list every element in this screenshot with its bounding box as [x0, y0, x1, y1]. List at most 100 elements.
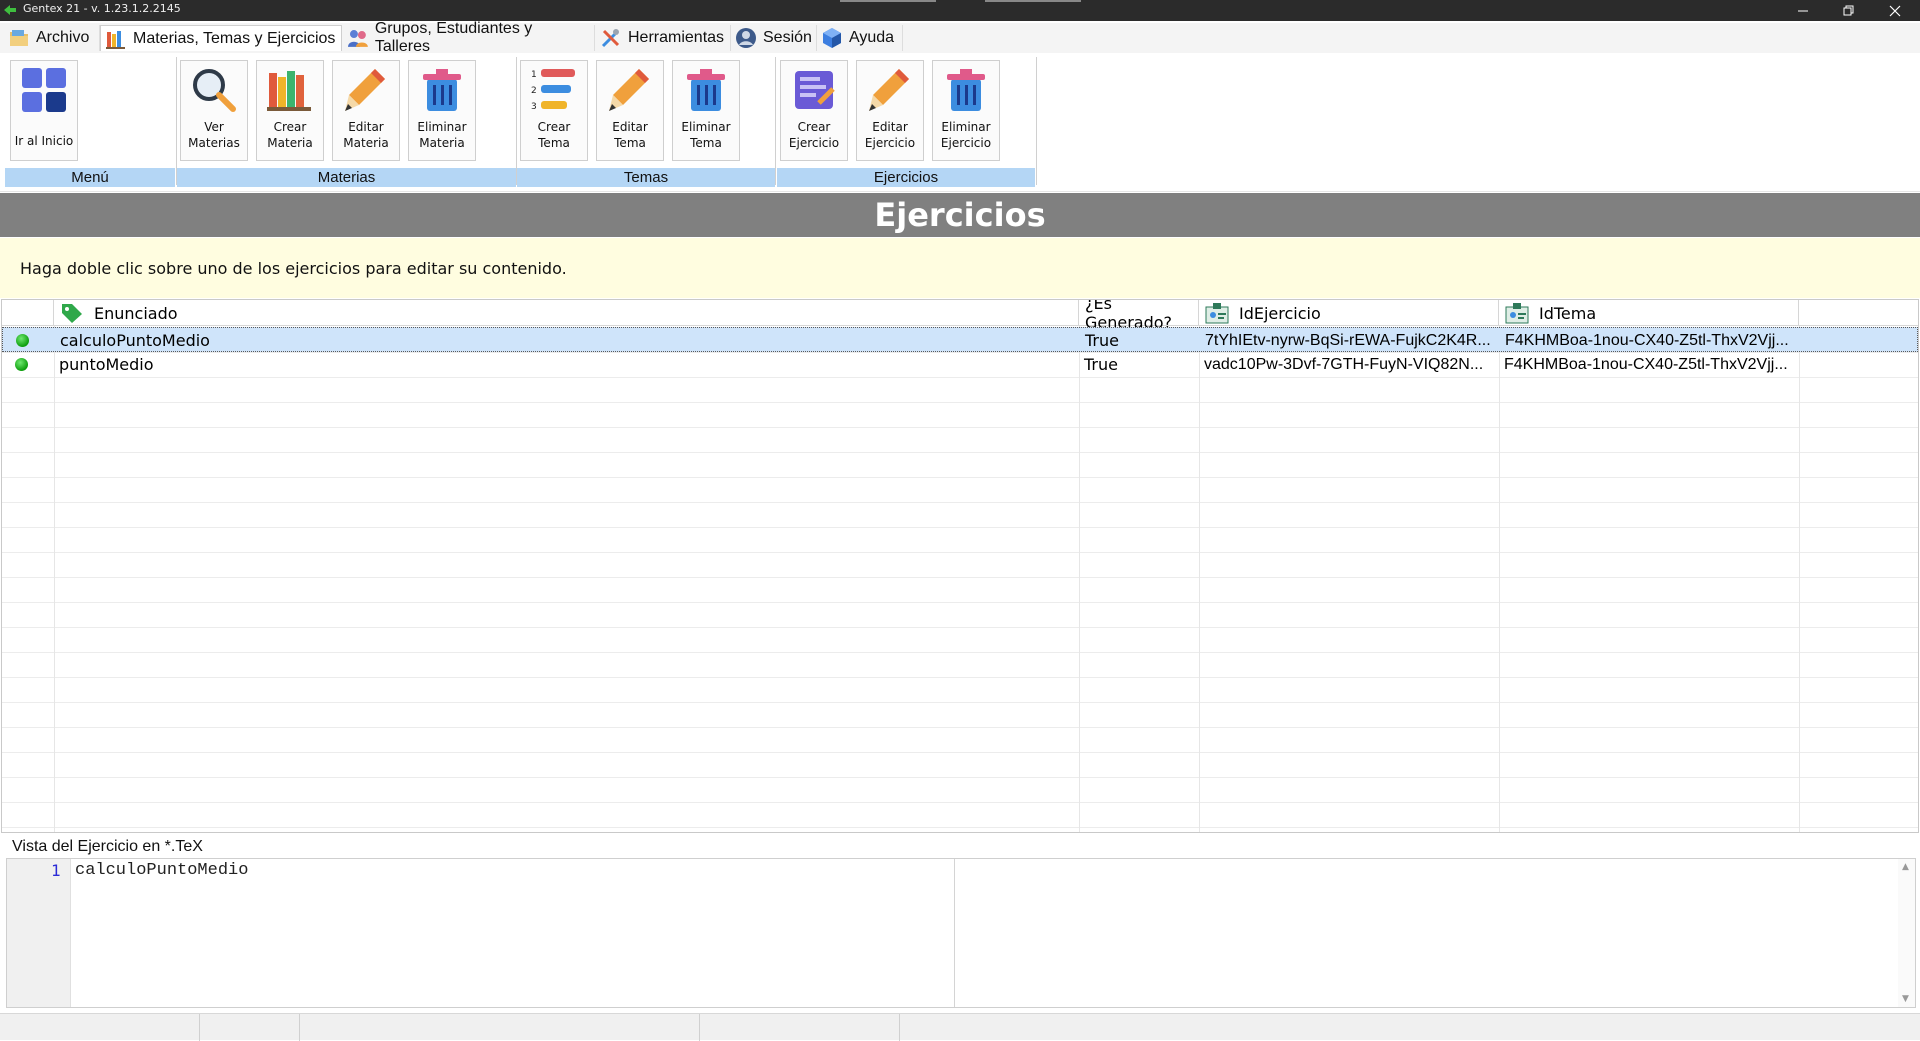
status-segment — [700, 1014, 900, 1041]
grid-line — [2, 702, 1918, 703]
menu-materias[interactable]: Materias, Temas y Ejercicios — [100, 25, 342, 51]
scroll-down-icon[interactable]: ▼ — [1902, 994, 1909, 1004]
status-cell — [3, 328, 55, 353]
group-icon — [347, 30, 368, 47]
button-label: Eliminar Ejercicio — [940, 120, 992, 150]
menu-grupos[interactable]: Grupos, Estudiantes y Talleres — [343, 20, 595, 55]
crear-ejercicio-button[interactable]: Crear Ejercicio — [780, 60, 848, 161]
id-card-icon — [1205, 303, 1229, 324]
pencil-icon — [869, 69, 909, 111]
button-label: Ver Materias — [188, 120, 240, 150]
status-cell — [2, 352, 54, 377]
button-label: Crear Materia — [267, 120, 313, 150]
menu-sesion[interactable]: Sesión — [731, 25, 817, 51]
column-header-enunciado[interactable]: Enunciado — [54, 300, 1079, 326]
grid-line — [1799, 326, 1800, 832]
group-caption-materias: Materias — [177, 168, 516, 187]
generado-cell: True — [1085, 331, 1119, 350]
tag-icon — [62, 304, 82, 323]
menu-label: Ayuda — [849, 29, 895, 46]
status-segment — [200, 1014, 300, 1041]
menu-archivo[interactable]: Archivo — [4, 25, 100, 51]
app-logo-icon — [4, 5, 16, 15]
vertical-scrollbar[interactable]: ▲ ▼ — [1898, 859, 1915, 1007]
group-separator — [516, 57, 517, 185]
eliminar-tema-button[interactable]: Eliminar Tema — [672, 60, 740, 161]
grid-line — [2, 802, 1918, 803]
idtema-cell: F4KHMBoa-1nou-CX40-Z5tl-ThxV2Vjj... — [1504, 355, 1788, 373]
trash-icon — [687, 69, 725, 111]
menu-label: Archivo — [36, 29, 90, 46]
grid-line — [2, 577, 1918, 578]
menu-bar: Archivo Materias, Temas y Ejercicios Gru… — [0, 20, 1920, 55]
title-decoration — [985, 0, 1081, 2]
button-label: Crear Tema — [537, 120, 571, 150]
idtema-cell: F4KHMBoa-1nou-CX40-Z5tl-ThxV2Vjj... — [1505, 331, 1789, 349]
menu-label: Sesión — [763, 29, 812, 46]
column-header-label: IdEjercicio — [1239, 303, 1321, 323]
group-separator — [1036, 57, 1037, 185]
button-label: Editar Tema — [612, 120, 648, 150]
group-caption-menu: Menú — [5, 168, 175, 187]
grid-line — [2, 502, 1918, 503]
window-title: Gentex 21 - v. 1.23.1.2.2145 — [23, 2, 181, 15]
column-header-idtema[interactable]: IdTema — [1499, 300, 1799, 326]
svg-text:1: 1 — [531, 70, 537, 80]
close-button[interactable] — [1872, 0, 1918, 21]
button-label: Ir al Inicio — [14, 134, 74, 148]
numbered-list-icon: 1 2 3 — [531, 69, 575, 112]
restore-button[interactable] — [1826, 0, 1872, 21]
magnifier-icon — [193, 69, 236, 112]
scroll-up-icon[interactable]: ▲ — [1902, 862, 1909, 872]
pencil-icon — [609, 69, 649, 111]
column-header-idejercicio[interactable]: IdEjercicio — [1199, 300, 1499, 326]
grid-line — [54, 326, 55, 832]
group-separator — [176, 57, 177, 185]
folder-icon — [10, 30, 28, 46]
books-icon — [267, 71, 311, 111]
grid-line — [2, 652, 1918, 653]
ir-al-inicio-button[interactable]: Ir al Inicio — [10, 60, 78, 161]
table-row[interactable]: calculoPuntoMedio True 7tYhIEtv-nyrw-BqS… — [2, 327, 1918, 352]
status-bar — [0, 1013, 1920, 1041]
grid-line — [2, 827, 1918, 828]
editar-ejercicio-button[interactable]: Editar Ejercicio — [856, 60, 924, 161]
id-card-icon — [1505, 303, 1529, 324]
tex-view-label: Vista del Ejercicio en *.TeX — [12, 838, 203, 855]
button-label: Eliminar Materia — [417, 120, 467, 150]
crear-materia-button[interactable]: Crear Materia — [256, 60, 324, 161]
grid-line — [2, 552, 1918, 553]
editar-materia-button[interactable]: Editar Materia — [332, 60, 400, 161]
eliminar-materia-button[interactable]: Eliminar Materia — [408, 60, 476, 161]
menu-ayuda[interactable]: Ayuda — [817, 25, 903, 51]
grid-line — [2, 777, 1918, 778]
exercise-icon — [795, 71, 835, 109]
hint-banner: Haga doble clic sobre uno de los ejercic… — [0, 238, 1920, 298]
table-row[interactable]: puntoMedio True vadc10Pw-3Dvf-7GTH-FuyN-… — [2, 352, 1918, 377]
user-icon — [736, 28, 756, 48]
grid-line — [2, 677, 1918, 678]
menu-label: Grupos, Estudiantes y Talleres — [374, 20, 533, 55]
tex-code[interactable]: calculoPuntoMedio — [75, 861, 248, 880]
crear-tema-button[interactable]: 1 2 3 Crear Tema — [520, 60, 588, 161]
page-title: Ejercicios — [0, 193, 1920, 237]
ver-materias-button[interactable]: Ver Materias — [180, 60, 248, 161]
status-dot-icon — [15, 358, 28, 371]
status-dot-icon — [16, 334, 29, 347]
hint-text: Haga doble clic sobre uno de los ejercic… — [20, 259, 567, 278]
enunciado-cell: calculoPuntoMedio — [60, 331, 210, 350]
generado-cell: True — [1084, 355, 1118, 374]
button-label: Editar Ejercicio — [864, 120, 916, 150]
column-header-status[interactable] — [2, 300, 54, 326]
column-header-generado[interactable]: ¿Es Generado? — [1079, 300, 1199, 332]
trash-icon — [423, 69, 461, 111]
tex-editor[interactable]: 1 calculoPuntoMedio ▲ ▼ — [6, 858, 1916, 1008]
grid-line — [2, 627, 1918, 628]
eliminar-ejercicio-button[interactable]: Eliminar Ejercicio — [932, 60, 1000, 161]
group-separator — [775, 57, 776, 185]
minimize-button[interactable] — [1780, 0, 1826, 21]
trash-icon — [947, 69, 985, 111]
editar-tema-button[interactable]: Editar Tema — [596, 60, 664, 161]
minimize-icon — [1798, 10, 1808, 11]
menu-herramientas[interactable]: Herramientas — [596, 25, 731, 51]
